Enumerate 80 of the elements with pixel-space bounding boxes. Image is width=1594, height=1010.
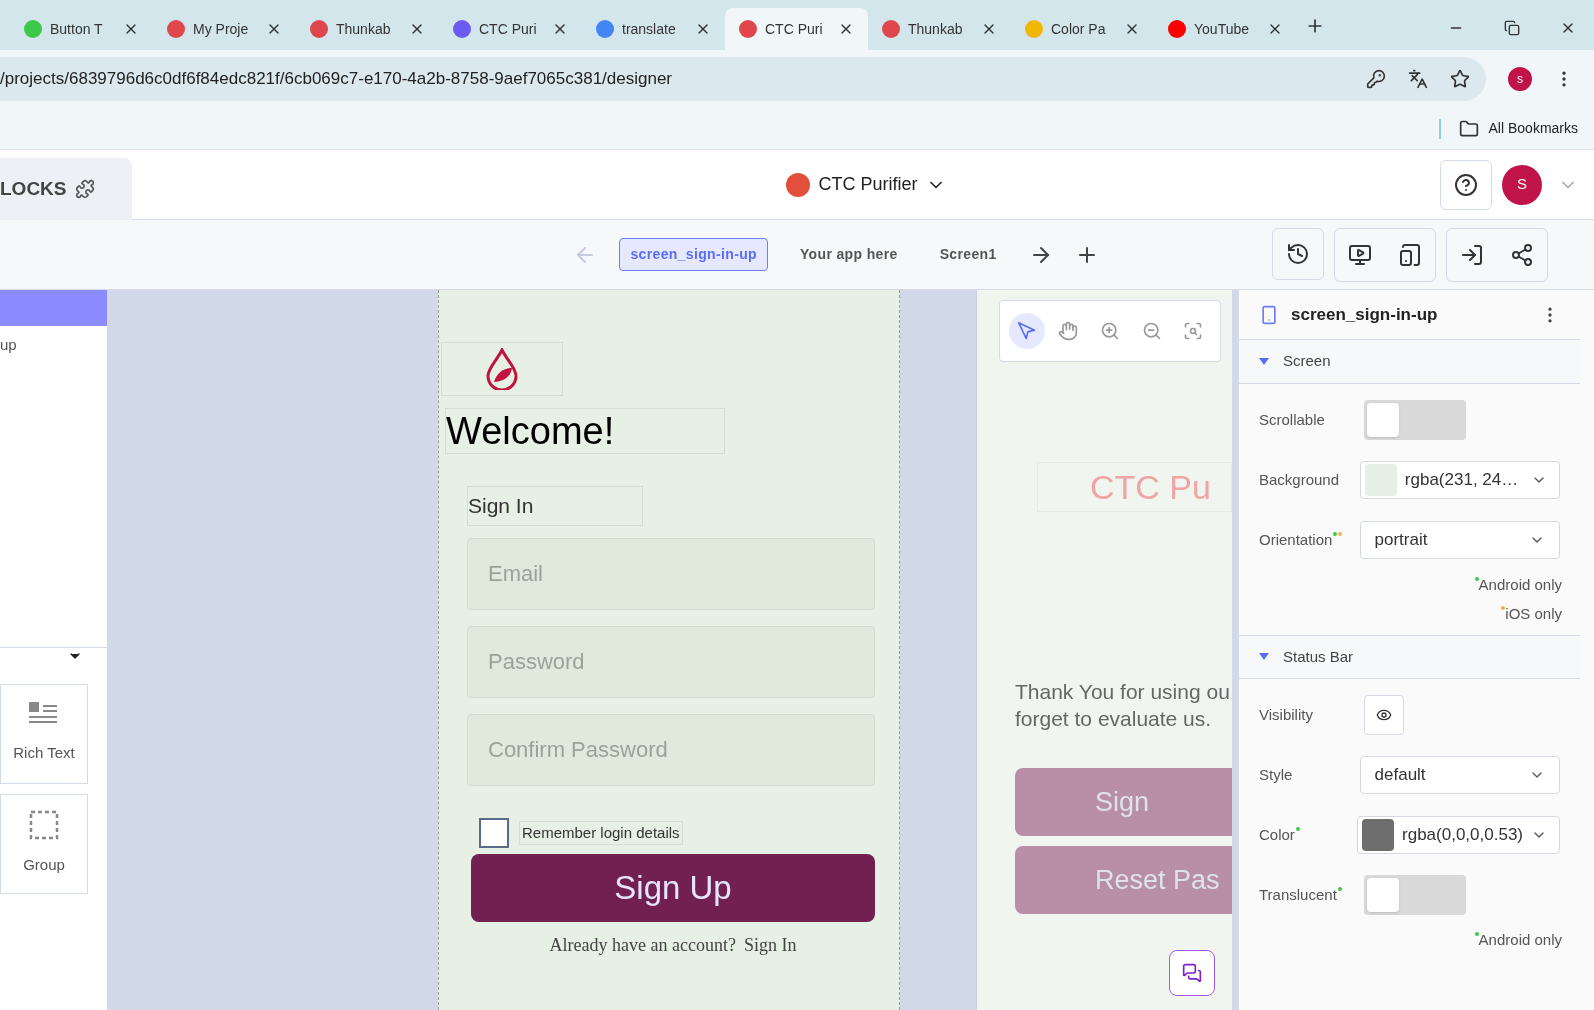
dropdown[interactable]: default bbox=[1359, 756, 1560, 794]
share-icon bbox=[1510, 242, 1534, 267]
color-select[interactable]: rgba(0,0,0,0.53) bbox=[1357, 816, 1560, 854]
text-field[interactable]: Confirm Password bbox=[467, 714, 875, 786]
section-header[interactable]: Status Bar bbox=[1239, 635, 1580, 679]
group-icon bbox=[29, 810, 59, 841]
address-bar[interactable]: /projects/6839796d6c0df6f84edc821f/6cb069c7-e170-4a2b-8758-9aef7065c381/designer bbox=[0, 57, 1486, 101]
screen-tab[interactable]: screen_sign-in-up bbox=[619, 238, 768, 271]
help-icon bbox=[1454, 172, 1478, 197]
hand-icon bbox=[1058, 321, 1079, 341]
project-logo-icon bbox=[786, 172, 811, 197]
color-select[interactable]: rgba(231, 24… bbox=[1359, 461, 1560, 499]
history-button[interactable] bbox=[1272, 227, 1324, 280]
chat-button[interactable] bbox=[1169, 950, 1215, 996]
browser-tab[interactable]: Button T bbox=[10, 8, 153, 50]
pointer-icon bbox=[1016, 321, 1037, 341]
browser-tab[interactable]: Color Pa bbox=[1011, 8, 1154, 50]
text-field[interactable]: Password bbox=[467, 626, 875, 698]
platform-note: Android only bbox=[1478, 575, 1562, 595]
canvas-tool-button[interactable] bbox=[1008, 313, 1045, 349]
history-icon bbox=[1286, 241, 1310, 266]
property-label: Orientation bbox=[1259, 529, 1333, 550]
folder-icon bbox=[1458, 118, 1479, 139]
puzzle-icon bbox=[74, 179, 95, 199]
welcome-heading: Welcome! bbox=[446, 412, 615, 450]
phone-icon bbox=[1398, 242, 1422, 267]
panel-title: screen_sign-in-up bbox=[1291, 303, 1439, 326]
fit-screen-icon bbox=[1183, 321, 1204, 341]
account-prompt: Already have an account? bbox=[549, 934, 736, 957]
property-label: Visibility bbox=[1259, 704, 1313, 725]
blocks-tab[interactable]: LOCKS bbox=[0, 158, 132, 220]
browser-tab[interactable]: CTC Puri bbox=[725, 8, 868, 50]
drop-logo-icon bbox=[485, 348, 519, 390]
chat-icon bbox=[1182, 963, 1202, 983]
screen-tab[interactable]: Screen1 bbox=[929, 239, 1007, 270]
star-icon[interactable] bbox=[1450, 69, 1470, 89]
browser-tab[interactable]: Thunkab bbox=[868, 8, 1011, 50]
screen-tab[interactable]: Your app here bbox=[789, 239, 908, 270]
bookmarks-link[interactable]: All Bookmarks bbox=[1488, 118, 1578, 139]
profile-avatar[interactable]: s bbox=[1508, 67, 1532, 91]
zoom-out-icon bbox=[1141, 321, 1162, 341]
component-card[interactable]: Group bbox=[0, 793, 88, 894]
platform-note: iOS only bbox=[1505, 603, 1562, 624]
text-field[interactable]: Email bbox=[467, 538, 875, 610]
zoom-in-icon bbox=[1100, 321, 1120, 341]
property-label: Translucent bbox=[1259, 884, 1337, 905]
dropdown[interactable]: portrait bbox=[1359, 521, 1560, 559]
browser-tab[interactable]: My Proje bbox=[153, 8, 296, 50]
browser-tab[interactable]: Thunkab bbox=[296, 8, 439, 50]
user-avatar[interactable]: S bbox=[1502, 164, 1542, 205]
browser-tab[interactable]: CTC Puri bbox=[439, 8, 582, 50]
restore-icon[interactable] bbox=[1504, 20, 1520, 36]
browser-tab[interactable]: YouTube bbox=[1154, 8, 1297, 50]
help-button[interactable] bbox=[1440, 159, 1492, 210]
key-icon[interactable] bbox=[1366, 69, 1386, 89]
sign-in-link[interactable]: Sign In bbox=[743, 932, 797, 959]
browser-tab[interactable]: translate bbox=[582, 8, 725, 50]
property-label: Scrollable bbox=[1259, 409, 1325, 430]
caret-icon bbox=[1259, 653, 1269, 661]
remember-checkbox[interactable] bbox=[479, 818, 509, 848]
phone-icon bbox=[1259, 304, 1279, 325]
translate-icon[interactable] bbox=[1408, 69, 1428, 89]
platform-note: Android only bbox=[1478, 930, 1562, 950]
visibility-button[interactable] bbox=[1364, 695, 1404, 735]
sign-up-button[interactable]: Sign Up bbox=[471, 854, 875, 922]
project-selector[interactable]: CTC Purifier bbox=[786, 171, 946, 198]
property-label: Background bbox=[1259, 469, 1340, 490]
sign-in-heading: Sign In bbox=[468, 493, 534, 520]
property-label: Color bbox=[1259, 824, 1295, 845]
caret-icon bbox=[1259, 357, 1269, 366]
toggle-switch[interactable] bbox=[1364, 875, 1466, 915]
eye-icon bbox=[1376, 707, 1392, 723]
toggle-switch[interactable] bbox=[1364, 400, 1466, 440]
property-label: Style bbox=[1259, 764, 1293, 785]
tree-item[interactable]: up bbox=[0, 334, 107, 357]
app-title: CTC Pu bbox=[1089, 466, 1211, 508]
laptop-play-icon bbox=[1348, 242, 1372, 267]
component-card[interactable]: Rich Text bbox=[0, 683, 88, 784]
checkbox-label: Remember login details bbox=[519, 820, 683, 846]
thank-you-message: Thank You for using ou forget to evaluate us. bbox=[1015, 679, 1231, 732]
